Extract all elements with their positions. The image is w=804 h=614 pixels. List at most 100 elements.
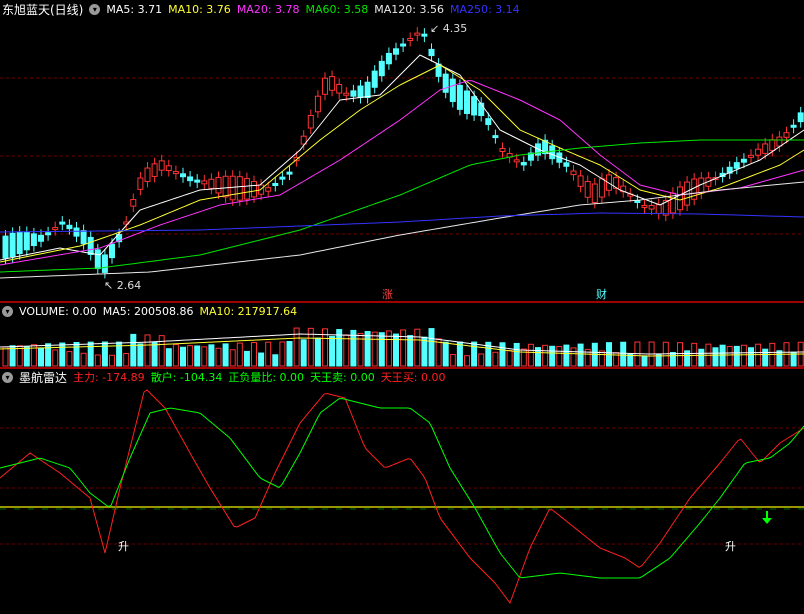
collapse-toggle-icon[interactable]: ▾ — [2, 305, 13, 317]
radar-legend-item: 散户: -104.34 — [150, 371, 223, 384]
volume-bar — [492, 351, 499, 367]
volume-bar — [208, 344, 215, 367]
volume-bar — [187, 345, 194, 367]
cai-marker[interactable]: 财 — [596, 286, 607, 302]
ma-legend-item: MA10: 3.76 — [168, 2, 231, 16]
candle-body — [748, 154, 754, 158]
low-price-value: 2.64 — [116, 279, 142, 292]
candle-body — [591, 183, 598, 204]
candle-body — [180, 173, 186, 178]
candle-body — [492, 135, 499, 139]
volume-bar — [300, 339, 307, 367]
volume-bar — [471, 341, 478, 367]
volume-bar — [87, 341, 94, 367]
volume-bar — [400, 329, 407, 367]
candle-body — [677, 186, 683, 211]
volume-bar — [542, 344, 549, 367]
candle-body — [16, 231, 23, 255]
candle-body — [2, 235, 9, 259]
candle-body — [598, 178, 605, 198]
price-panel-header: 东旭蓝天(日线) ▾ MA5: 3.71 MA10: 3.76 MA20: 3.78… — [2, 1, 520, 17]
candle-body — [194, 179, 201, 183]
volume-chart-panel[interactable]: ▾ VOLUME: 0.00 MA5: 200508.86 MA10: 217917… — [0, 302, 804, 368]
candle-body — [499, 147, 506, 153]
candle-body — [485, 118, 492, 126]
candle-body — [584, 181, 591, 198]
volume-bar — [371, 331, 378, 367]
volume-bar — [165, 348, 172, 367]
candle-body — [393, 48, 399, 55]
volume-bar — [329, 335, 336, 367]
volume-bar — [215, 347, 222, 367]
rise-signal-label: 升 — [118, 540, 129, 553]
candle-body — [769, 139, 776, 151]
volume-bar — [123, 353, 130, 367]
candle-body — [648, 205, 655, 210]
price-chart-panel[interactable]: 东旭蓝天(日线) ▾ MA5: 3.71 MA10: 3.76 MA20: 3.78… — [0, 0, 804, 302]
volume-bar — [172, 344, 179, 367]
volume-bar — [641, 355, 648, 367]
volume-bar — [669, 351, 676, 367]
candle-body — [80, 230, 87, 245]
candle-body — [740, 158, 747, 163]
zhang-marker[interactable]: 涨 — [382, 286, 393, 302]
volume-bar — [726, 345, 733, 367]
volume-bar — [464, 355, 470, 367]
radar-legend-item: 主力: -174.89 — [73, 371, 145, 384]
volume-bar — [456, 341, 463, 367]
collapse-toggle-icon[interactable]: ▾ — [89, 3, 101, 15]
radar-legend-item: 正负量比: 0.00 — [228, 371, 305, 384]
volume-bar — [570, 347, 577, 367]
volume-bar — [66, 351, 73, 367]
candle-body — [30, 233, 37, 247]
volume-bar — [286, 340, 293, 367]
volume-bar — [2, 346, 9, 367]
volume-bar — [229, 349, 236, 367]
collapse-toggle-icon[interactable]: ▾ — [2, 371, 13, 383]
volume-bar — [691, 342, 698, 367]
volume-bar — [620, 341, 627, 367]
candle-body — [165, 165, 172, 172]
ma250-line — [0, 212, 804, 233]
volume-bar — [563, 344, 570, 367]
radar-panel-header: ▾ 墨航雷达 主力: -174.89 散户: -104.34 正负量比: 0.00 天… — [2, 369, 445, 385]
candle-body — [797, 112, 804, 123]
candle-body — [329, 76, 336, 91]
candle-body — [286, 171, 293, 175]
candle-body — [641, 204, 648, 208]
candle-body — [215, 176, 222, 194]
volume-bar — [243, 350, 250, 367]
candle-body — [208, 178, 215, 189]
volume-bar — [549, 345, 556, 367]
candle-body — [236, 176, 243, 201]
candle-body — [66, 224, 73, 230]
candle-body — [201, 180, 208, 185]
radar-legend-item: 天王卖: 0.00 — [310, 371, 375, 384]
volume-legend-item: MA10: 217917.64 — [199, 304, 298, 318]
volume-bar — [506, 350, 513, 367]
candlestick-chart[interactable] — [0, 0, 804, 302]
candle-body — [428, 48, 435, 57]
volume-bar — [449, 354, 456, 367]
volume-legend-item: VOLUME: 0.00 — [19, 304, 97, 318]
volume-bar — [73, 341, 80, 367]
candle-body — [45, 232, 52, 236]
radar-indicator-panel[interactable]: ▾ 墨航雷达 主力: -174.89 散户: -104.34 正负量比: 0.00 天… — [0, 368, 804, 614]
radar-legend: 主力: -174.89 散户: -104.34 正负量比: 0.00 天王卖: 0.0… — [73, 369, 445, 385]
radar-indicator-chart[interactable] — [0, 368, 804, 614]
candle-body — [733, 162, 740, 169]
volume-bar — [52, 349, 59, 367]
candle-body — [109, 243, 115, 259]
candle-body — [336, 83, 343, 94]
candle-body — [449, 78, 456, 102]
volume-bar — [414, 328, 421, 367]
volume-bar — [712, 347, 719, 367]
volume-bar — [151, 341, 158, 367]
stock-title: 东旭蓝天(日线) — [2, 2, 84, 17]
volume-bar — [357, 332, 364, 367]
volume-bar — [762, 348, 769, 367]
candle-body — [442, 73, 449, 93]
candle-body — [464, 90, 470, 114]
volume-bar — [314, 337, 321, 367]
candle-body — [414, 32, 421, 36]
